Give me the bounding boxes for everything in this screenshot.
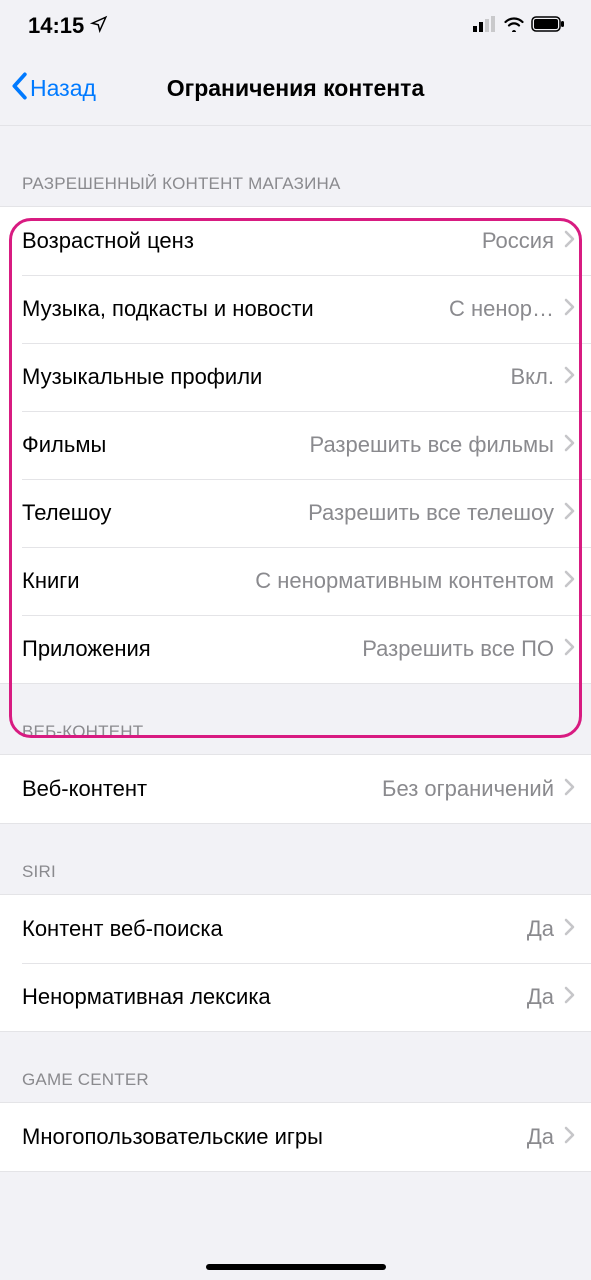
chevron-right-icon bbox=[564, 638, 575, 661]
row-value: Без ограничений bbox=[382, 776, 554, 802]
back-button[interactable]: Назад bbox=[10, 72, 96, 106]
chevron-right-icon bbox=[564, 230, 575, 253]
row-tv[interactable]: Телешоу Разрешить все телешоу bbox=[0, 479, 591, 547]
row-value: С ненормативным контентом bbox=[255, 568, 554, 594]
row-value: Да bbox=[527, 1124, 554, 1150]
row-value: Вкл. bbox=[511, 364, 555, 390]
row-value: Да bbox=[527, 916, 554, 942]
status-indicators bbox=[473, 16, 565, 37]
row-apps[interactable]: Приложения Разрешить все ПО bbox=[0, 615, 591, 683]
nav-bar: Назад Ограничения контента bbox=[0, 52, 591, 126]
chevron-right-icon bbox=[564, 298, 575, 321]
section-header-web: ВЕБ-КОНТЕНТ bbox=[0, 684, 591, 754]
status-time: 14:15 bbox=[28, 13, 84, 39]
chevron-right-icon bbox=[564, 986, 575, 1009]
chevron-right-icon bbox=[564, 434, 575, 457]
chevron-right-icon bbox=[564, 570, 575, 593]
status-bar: 14:15 bbox=[0, 0, 591, 52]
row-music-podcasts[interactable]: Музыка, подкасты и новости С ненор… bbox=[0, 275, 591, 343]
chevron-right-icon bbox=[564, 502, 575, 525]
row-books[interactable]: Книги С ненормативным контентом bbox=[0, 547, 591, 615]
chevron-left-icon bbox=[10, 72, 28, 106]
group-store: Возрастной ценз Россия Музыка, подкасты … bbox=[0, 206, 591, 684]
row-value: Россия bbox=[482, 228, 554, 254]
row-label: Музыкальные профили bbox=[22, 364, 274, 390]
wifi-icon bbox=[503, 16, 525, 37]
row-label: Фильмы bbox=[22, 432, 118, 458]
cellular-icon bbox=[473, 16, 497, 37]
row-label: Музыка, подкасты и новости bbox=[22, 296, 326, 322]
section-header-siri: SIRI bbox=[0, 824, 591, 894]
row-web-search[interactable]: Контент веб-поиска Да bbox=[0, 895, 591, 963]
group-web: Веб-контент Без ограничений bbox=[0, 754, 591, 824]
row-value: Разрешить все фильмы bbox=[310, 432, 555, 458]
row-web-content[interactable]: Веб-контент Без ограничений bbox=[0, 755, 591, 823]
chevron-right-icon bbox=[564, 778, 575, 801]
row-label: Контент веб-поиска bbox=[22, 916, 235, 942]
row-music-profiles[interactable]: Музыкальные профили Вкл. bbox=[0, 343, 591, 411]
row-value: Разрешить все телешоу bbox=[308, 500, 554, 526]
group-siri: Контент веб-поиска Да Ненормативная лекс… bbox=[0, 894, 591, 1032]
row-value: Разрешить все ПО bbox=[362, 636, 554, 662]
section-header-gamecenter: GAME CENTER bbox=[0, 1032, 591, 1102]
chevron-right-icon bbox=[564, 1126, 575, 1149]
row-profanity[interactable]: Ненормативная лексика Да bbox=[0, 963, 591, 1031]
home-indicator bbox=[206, 1264, 386, 1270]
row-label: Книги bbox=[22, 568, 92, 594]
back-label: Назад bbox=[30, 75, 96, 102]
row-label: Телешоу bbox=[22, 500, 123, 526]
group-gamecenter: Многопользовательские игры Да bbox=[0, 1102, 591, 1172]
status-time-area: 14:15 bbox=[28, 13, 108, 39]
chevron-right-icon bbox=[564, 366, 575, 389]
row-films[interactable]: Фильмы Разрешить все фильмы bbox=[0, 411, 591, 479]
section-header-store: РАЗРЕШЕННЫЙ КОНТЕНТ МАГАЗИНА bbox=[0, 126, 591, 206]
row-multiplayer[interactable]: Многопользовательские игры Да bbox=[0, 1103, 591, 1171]
row-label: Ненормативная лексика bbox=[22, 984, 283, 1010]
chevron-right-icon bbox=[564, 918, 575, 941]
row-value: Да bbox=[527, 984, 554, 1010]
row-label: Веб-контент bbox=[22, 776, 159, 802]
row-label: Приложения bbox=[22, 636, 163, 662]
row-value: С ненор… bbox=[449, 296, 554, 322]
row-age-rating[interactable]: Возрастной ценз Россия bbox=[0, 207, 591, 275]
location-icon bbox=[90, 13, 108, 39]
row-label: Многопользовательские игры bbox=[22, 1124, 335, 1150]
battery-icon bbox=[531, 16, 565, 37]
row-label: Возрастной ценз bbox=[22, 228, 206, 254]
